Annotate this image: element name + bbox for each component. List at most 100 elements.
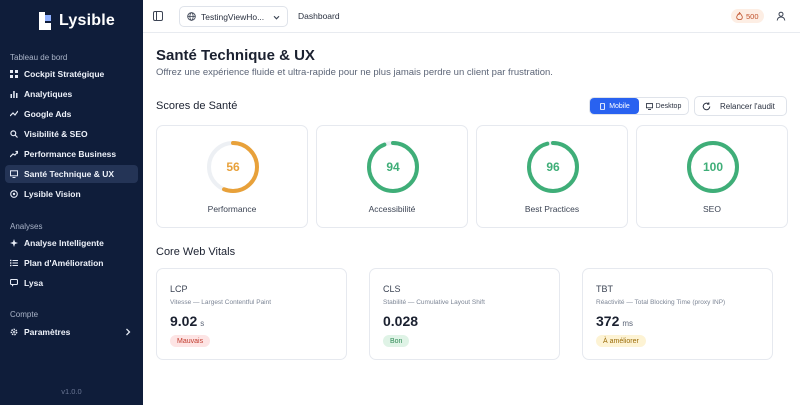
score-value: 94: [386, 160, 400, 174]
grid-icon: [10, 70, 18, 78]
score-label: Accessibilité: [368, 204, 416, 214]
vital-name: CLS: [383, 284, 401, 294]
section-label-dashboard: Tableau de bord: [10, 53, 68, 62]
vital-card-lcp: LCP Vitesse — Largest Contentful Paint 9…: [156, 268, 347, 360]
vitals-section-title: Core Web Vitals: [156, 246, 236, 258]
site-select-value: TestingViewHo...: [201, 11, 265, 22]
vital-value-wrap: 372 ms: [596, 313, 633, 329]
trend-icon: [10, 110, 18, 118]
sidebar-item-label: Lysible Vision: [24, 189, 81, 199]
sparkle-icon: [10, 239, 18, 247]
page-title: Santé Technique & UX: [156, 47, 315, 64]
sidebar-item-plan-amelioration[interactable]: Plan d'Amélioration: [5, 254, 138, 272]
chat-icon: [10, 279, 18, 287]
score-label: SEO: [703, 204, 721, 214]
vital-description: Stabilité — Cumulative Layout Shift: [383, 299, 485, 306]
device-mobile-button[interactable]: Mobile: [590, 98, 639, 114]
sidebar-item-lysible-vision[interactable]: Lysible Vision: [5, 185, 138, 203]
vital-card-tbt: TBT Réactivité — Total Blocking Time (pr…: [582, 268, 773, 360]
score-value: 56: [226, 160, 240, 174]
sidebar-item-analytiques[interactable]: Analytiques: [5, 85, 138, 103]
scores-section-title: Scores de Santé: [156, 100, 238, 112]
breadcrumb[interactable]: Dashboard: [298, 11, 340, 21]
chevron-right-icon: [126, 328, 131, 336]
device-desktop-button[interactable]: Desktop: [639, 98, 688, 114]
user-icon[interactable]: [776, 11, 786, 21]
vital-card-cls: CLS Stabilité — Cumulative Layout Shift …: [369, 268, 560, 360]
score-label: Performance: [207, 204, 257, 214]
eye-icon: [10, 190, 18, 198]
sidebar-item-label: Google Ads: [24, 109, 72, 119]
sidebar-item-label: Santé Technique & UX: [24, 169, 115, 179]
main-content: Santé Technique & UX Offrez une expérien…: [143, 33, 800, 405]
credits-badge[interactable]: 500: [731, 9, 764, 23]
sidebar-item-visibilite-seo[interactable]: Visibilité & SEO: [5, 125, 138, 143]
bar-chart-icon: [10, 90, 18, 98]
gear-icon: [10, 328, 18, 336]
vital-description: Vitesse — Largest Contentful Paint: [170, 299, 272, 306]
score-label: Best Practices: [524, 204, 580, 214]
flame-icon: [736, 12, 743, 20]
status-badge: À améliorer: [596, 335, 646, 347]
credits-value: 500: [746, 11, 759, 21]
sidebar-toggle-icon[interactable]: [153, 11, 163, 21]
monitor-icon: [645, 102, 653, 110]
app-logo[interactable]: Lysible: [37, 11, 115, 31]
topbar: TestingViewHo... Dashboard 500: [143, 0, 800, 33]
device-desktop-label: Desktop: [655, 102, 682, 110]
sidebar-item-analyse-intelligente[interactable]: Analyse Intelligente: [5, 234, 138, 252]
refresh-icon: [702, 101, 711, 110]
sidebar-item-label: Analytiques: [24, 89, 73, 99]
device-mobile-label: Mobile: [609, 102, 630, 110]
sidebar-item-lysa[interactable]: Lysa: [5, 274, 138, 292]
vital-name: TBT: [596, 284, 613, 294]
app-version: v1.0.0: [61, 387, 82, 396]
score-card-seo: 100 SEO: [636, 125, 788, 228]
status-badge: Mauvais: [170, 335, 211, 347]
site-select[interactable]: TestingViewHo...: [179, 6, 288, 27]
section-label-compte: Compte: [10, 310, 39, 319]
app-name: Lysible: [59, 12, 115, 29]
vital-value: 0.028: [383, 313, 419, 329]
sidebar-item-label: Cockpit Stratégique: [24, 69, 105, 79]
chevron-down-icon: [273, 15, 280, 20]
sidebar-item-parametres[interactable]: Paramètres: [5, 323, 138, 341]
sidebar-item-cockpit[interactable]: Cockpit Stratégique: [5, 65, 138, 83]
sidebar-item-label: Performance Business: [24, 149, 117, 159]
sidebar: Lysible Tableau de bord Cockpit Stratégi…: [0, 0, 143, 405]
status-badge: Bon: [383, 335, 410, 347]
vital-value: 9.02: [170, 313, 198, 329]
score-card-performance: 56 Performance: [156, 125, 308, 228]
sidebar-item-performance-business[interactable]: Performance Business: [5, 145, 138, 163]
vital-name: LCP: [170, 284, 188, 294]
sidebar-item-label: Visibilité & SEO: [24, 129, 88, 139]
globe-icon: [187, 12, 196, 21]
vital-unit: s: [200, 319, 205, 328]
score-card-accessibilite: 94 Accessibilité: [316, 125, 468, 228]
sidebar-item-sante-technique[interactable]: Santé Technique & UX: [5, 165, 138, 183]
trend-up-icon: [10, 150, 18, 158]
sidebar-item-label: Paramètres: [24, 327, 71, 337]
section-label-analyses: Analyses: [10, 222, 43, 231]
sidebar-item-label: Lysa: [24, 278, 44, 288]
vital-value-wrap: 0.028: [383, 313, 421, 329]
score-card-best-practices: 96 Best Practices: [476, 125, 628, 228]
lysible-logo-icon: [39, 12, 51, 30]
phone-icon: [600, 102, 606, 110]
rerun-audit-label: Relancer l'audit: [720, 101, 775, 111]
vital-value-wrap: 9.02 s: [170, 313, 204, 329]
monitor-icon: [10, 170, 18, 178]
page-subtitle: Offrez une expérience fluide et ultra-ra…: [156, 67, 553, 78]
score-value: 100: [702, 160, 724, 174]
vital-unit: ms: [622, 319, 634, 328]
vital-description: Réactivité — Total Blocking Time (proxy …: [596, 299, 726, 306]
sidebar-item-google-ads[interactable]: Google Ads: [5, 105, 138, 123]
sidebar-item-label: Analyse Intelligente: [24, 238, 104, 248]
list-icon: [10, 259, 18, 267]
device-toggle: Mobile Desktop: [589, 97, 689, 115]
score-value: 96: [546, 160, 560, 174]
vital-value: 372: [596, 313, 620, 329]
rerun-audit-button[interactable]: Relancer l'audit: [694, 96, 787, 116]
search-icon: [10, 130, 18, 138]
sidebar-item-label: Plan d'Amélioration: [24, 258, 104, 268]
